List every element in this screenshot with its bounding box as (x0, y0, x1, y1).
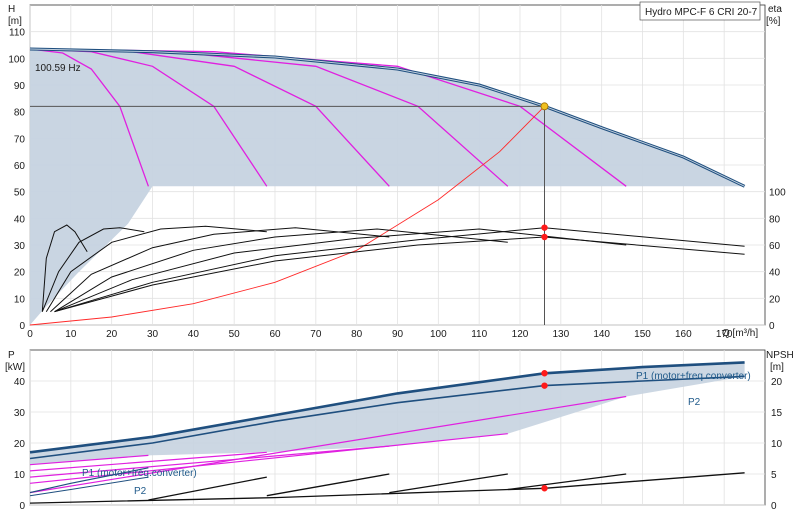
efficiency-duty-marker (541, 224, 548, 231)
flow-tick-label: 30 (147, 329, 159, 340)
speed-annotation: 100.59 Hz (35, 63, 81, 74)
flow-tick-label: 110 (471, 329, 487, 340)
npsh-duty-marker (541, 485, 548, 492)
duty-point-marker (540, 102, 549, 111)
flow-tick-label: 80 (351, 329, 363, 340)
head-tick-label: 20 (14, 268, 26, 279)
power-tick-label: 30 (14, 408, 26, 419)
head-efficiency-panel: 0 10 20 30 40 50 60 70 80 90 100 110 120 130 140 150 160… (8, 4, 786, 340)
p1-low-series-label: P1 (motor+freq.converter) (82, 468, 197, 479)
npsh-tick-label: 15 (771, 408, 783, 419)
flow-tick-label: 70 (310, 329, 322, 340)
npsh-tick-label: 5 (771, 470, 777, 481)
head-tick-label: 80 (14, 108, 26, 119)
npsh-tick-label: 0 (771, 501, 777, 512)
flow-tick-label: 120 (512, 329, 529, 340)
power-tick-label: 0 (19, 501, 25, 512)
chart-title: Hydro MPC-F 6 CRI 20-7 (645, 7, 758, 18)
npsh-tick-label: 20 (771, 377, 783, 388)
head-tick-label: 30 (14, 241, 26, 252)
flow-tick-label: 130 (552, 329, 569, 340)
eta-tick-label: 40 (769, 268, 781, 279)
eta-axis-title: eta (768, 4, 782, 15)
chart-canvas: 0 10 20 30 40 50 60 70 80 90 100 110 120 130 140 150 160… (5, 1, 794, 512)
flow-tick-label: 100 (430, 329, 447, 340)
npsh-axis-unit: [m] (770, 362, 784, 373)
flow-tick-label: 0 (27, 329, 33, 340)
npsh-axis-title: NPSH (766, 350, 794, 361)
head-axis-title: H (8, 4, 15, 15)
efficiency-duty-marker (541, 233, 548, 241)
head-axis-unit: [m] (8, 16, 22, 27)
eta-tick-label: 20 (769, 294, 781, 305)
head-tick-label: 50 (14, 188, 26, 199)
eta-tick-label: 100 (769, 188, 786, 199)
eta-tick-label: 60 (769, 241, 781, 252)
flow-tick-label: 150 (634, 329, 651, 340)
head-tick-label: 0 (19, 321, 25, 332)
pump-performance-chart: 0 10 20 30 40 50 60 70 80 90 100 110 120 130 140 150 160… (0, 0, 800, 520)
flow-axis-title: Q [m³/h] (722, 328, 758, 339)
flow-tick-label: 50 (229, 329, 241, 340)
power-tick-label: 10 (14, 470, 26, 481)
flow-tick-label: 10 (65, 329, 77, 340)
head-tick-label: 100 (8, 54, 25, 65)
flow-tick-label: 20 (106, 329, 118, 340)
power-duty-marker (541, 370, 548, 377)
head-tick-label: 110 (9, 28, 25, 39)
flow-tick-label: 140 (593, 329, 610, 340)
power-axis-unit: [kW] (5, 362, 25, 373)
eta-tick-label: 0 (769, 321, 775, 332)
flow-tick-label: 40 (188, 329, 200, 340)
flow-tick-label: 160 (675, 329, 692, 340)
p1-series-label: P1 (motor+freq.converter) (636, 371, 751, 382)
power-tick-label: 20 (14, 439, 26, 450)
head-tick-label: 40 (14, 214, 26, 225)
head-tick-label: 70 (14, 134, 26, 145)
flow-tick-label: 90 (392, 329, 404, 340)
p2-low-series-label: P2 (134, 486, 147, 497)
flow-tick-label: 60 (269, 329, 281, 340)
eta-tick-label: 80 (769, 214, 781, 225)
head-tick-label: 10 (14, 294, 26, 305)
power-duty-marker (541, 382, 548, 389)
power-tick-label: 40 (14, 377, 26, 388)
npsh-tick-label: 10 (771, 439, 783, 450)
head-tick-label: 90 (14, 81, 26, 92)
head-tick-label: 60 (14, 161, 26, 172)
power-axis-title: P (8, 350, 15, 361)
p2-series-label: P2 (688, 397, 701, 408)
eta-axis-unit: [%] (766, 16, 781, 27)
